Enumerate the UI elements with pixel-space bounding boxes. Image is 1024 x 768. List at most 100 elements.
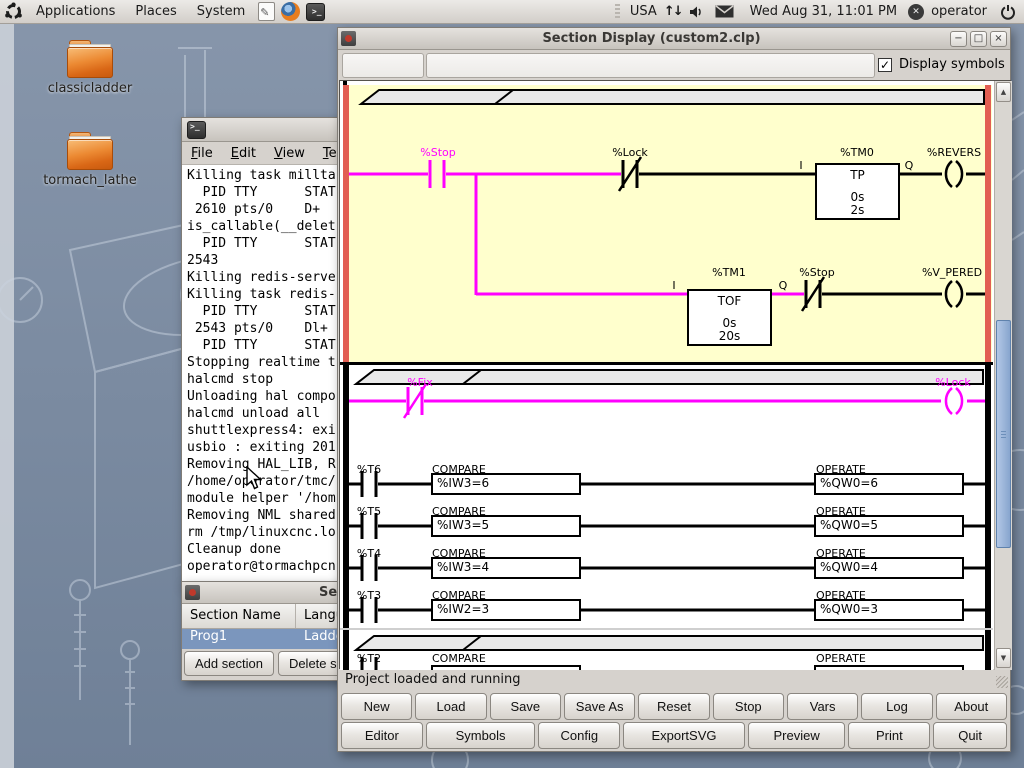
section-display-titlebar[interactable]: Section Display (custom2.clp) − □ × bbox=[338, 28, 1010, 50]
right-power-rail bbox=[985, 365, 991, 670]
ladder-viewport: %Stop %Lock %TM0 I Q %REVERS TP 0s 2s %T… bbox=[339, 80, 1011, 669]
user-menu[interactable]: operator bbox=[931, 4, 987, 19]
save-button[interactable]: Save bbox=[490, 693, 561, 720]
mail-icon[interactable] bbox=[715, 5, 734, 18]
coil-label-lock: %Lock bbox=[928, 376, 978, 389]
element-entry-field[interactable] bbox=[342, 53, 424, 78]
vertical-scrollbar[interactable]: ▲ ▼ bbox=[994, 81, 1012, 670]
mouse-cursor bbox=[246, 466, 262, 490]
contact-label-t2: %T2 bbox=[349, 652, 389, 665]
contact-label-fix: %Fix bbox=[395, 376, 445, 389]
timer-block-tm0: TP 0s 2s bbox=[815, 163, 900, 220]
menu-system[interactable]: System bbox=[187, 0, 255, 24]
operate-function-label: OPERATE bbox=[816, 652, 866, 665]
compare-block: %IW3=4 bbox=[431, 557, 581, 579]
export-svg-button[interactable]: ExportSVG bbox=[623, 722, 745, 749]
add-section-button[interactable]: Add section bbox=[184, 651, 274, 676]
print-button[interactable]: Print bbox=[848, 722, 930, 749]
left-power-rail-active bbox=[343, 85, 349, 363]
close-button[interactable]: × bbox=[990, 31, 1007, 47]
coil-label-revers: %REVERS bbox=[918, 146, 990, 159]
minimize-button[interactable]: − bbox=[950, 31, 967, 47]
desktop-icon-label: classicladder bbox=[42, 81, 138, 96]
operate-block: %QW0=4 bbox=[814, 557, 964, 579]
timer-output-label: Q bbox=[776, 279, 790, 292]
contact-label-t3: %T3 bbox=[349, 589, 389, 602]
terminal-menu-view[interactable]: View bbox=[265, 146, 314, 161]
terminal-window-icon bbox=[187, 121, 206, 139]
log-button[interactable]: Log bbox=[861, 693, 932, 720]
top-panel: Applications Places System USA ↑↓ Wed Au… bbox=[0, 0, 1024, 24]
config-button[interactable]: Config bbox=[538, 722, 620, 749]
section-display-window-icon bbox=[341, 31, 356, 46]
scrollbar-thumb[interactable] bbox=[996, 320, 1011, 548]
folder-icon bbox=[67, 40, 113, 78]
timer-input-label: I bbox=[794, 159, 808, 172]
section-display-window: Section Display (custom2.clp) − □ × Disp… bbox=[337, 27, 1011, 752]
section-display-title: Section Display (custom2.clp) bbox=[356, 31, 947, 46]
applet-drag-handle[interactable] bbox=[615, 4, 620, 20]
timer-preset: 20s bbox=[689, 329, 770, 343]
contact-label-lock: %Lock bbox=[605, 146, 655, 159]
right-power-rail-active bbox=[985, 85, 991, 363]
timer-mode: TP bbox=[817, 168, 898, 182]
save-as-button[interactable]: Save As bbox=[564, 693, 635, 720]
timer-output-label: Q bbox=[902, 159, 916, 172]
about-button[interactable]: About bbox=[936, 693, 1007, 720]
folder-icon bbox=[67, 132, 113, 170]
sections-window-icon bbox=[185, 585, 200, 600]
reset-button[interactable]: Reset bbox=[638, 693, 709, 720]
display-symbols-checkbox[interactable] bbox=[878, 58, 892, 72]
contact-label-stop2: %Stop bbox=[792, 266, 842, 279]
timer-mode: TOF bbox=[689, 294, 770, 308]
keyboard-layout-indicator[interactable]: USA bbox=[630, 4, 657, 19]
menu-applications[interactable]: Applications bbox=[26, 0, 125, 24]
menu-places[interactable]: Places bbox=[125, 0, 186, 24]
scroll-up-button[interactable]: ▲ bbox=[996, 82, 1011, 102]
vars-button[interactable]: Vars bbox=[787, 693, 858, 720]
stop-button[interactable]: Stop bbox=[713, 693, 784, 720]
terminal-menu-file[interactable]: File bbox=[182, 146, 222, 161]
editor-button[interactable]: Editor bbox=[341, 722, 423, 749]
clock[interactable]: Wed Aug 31, 11:01 PM bbox=[750, 4, 897, 19]
timer-label-tm1: %TM1 bbox=[699, 266, 759, 279]
property-entry-field[interactable] bbox=[426, 53, 875, 78]
distro-logo-icon bbox=[4, 2, 23, 21]
ladder-drawing-area: %Stop %Lock %TM0 I Q %REVERS TP 0s 2s %T… bbox=[340, 81, 993, 670]
coil-label-v-pered: %V_PERED bbox=[912, 266, 992, 279]
compare-block: %IW2=3 bbox=[431, 599, 581, 621]
firefox-launcher-icon[interactable] bbox=[281, 2, 300, 21]
timer-input-label: I bbox=[667, 279, 681, 292]
symbols-button[interactable]: Symbols bbox=[426, 722, 536, 749]
quit-button[interactable]: Quit bbox=[933, 722, 1007, 749]
timer-block-tm1: TOF 0s 20s bbox=[687, 289, 772, 346]
desktop-icon-label: tormach_lathe bbox=[42, 173, 138, 188]
timer-base: 0s bbox=[817, 190, 898, 204]
operate-block: %QW0=6 bbox=[814, 473, 964, 495]
load-button[interactable]: Load bbox=[415, 693, 486, 720]
status-bar: Project loaded and running bbox=[339, 670, 1009, 691]
layout-switch-arrows-icon[interactable]: ↑↓ bbox=[664, 4, 682, 19]
desktop-icon-classicladder[interactable]: classicladder bbox=[42, 40, 138, 96]
new-button[interactable]: New bbox=[341, 693, 412, 720]
volume-icon[interactable] bbox=[688, 4, 704, 20]
power-icon[interactable] bbox=[1000, 4, 1016, 20]
column-section-name[interactable]: Section Name bbox=[182, 604, 296, 628]
text-editor-launcher-icon[interactable] bbox=[258, 2, 275, 21]
compare-block: %IW3=5 bbox=[431, 515, 581, 537]
terminal-menu-edit[interactable]: Edit bbox=[222, 146, 265, 161]
active-rung-highlight bbox=[343, 85, 992, 363]
resize-grip[interactable] bbox=[996, 676, 1008, 688]
operate-block: %QW0=3 bbox=[814, 599, 964, 621]
compare-function-label: COMPARE bbox=[432, 652, 486, 665]
desktop-icon-tormach-lathe[interactable]: tormach_lathe bbox=[42, 132, 138, 188]
scroll-down-button[interactable]: ▼ bbox=[996, 648, 1011, 668]
preview-button[interactable]: Preview bbox=[748, 722, 846, 749]
user-status-icon[interactable]: ✕ bbox=[908, 4, 924, 20]
maximize-button[interactable]: □ bbox=[970, 31, 987, 47]
timer-base: 0s bbox=[689, 316, 770, 330]
terminal-launcher-icon[interactable] bbox=[306, 3, 325, 21]
timer-preset: 2s bbox=[817, 203, 898, 217]
section-name-cell: Prog1 bbox=[182, 629, 296, 649]
contact-label-stop: %Stop bbox=[413, 146, 463, 159]
